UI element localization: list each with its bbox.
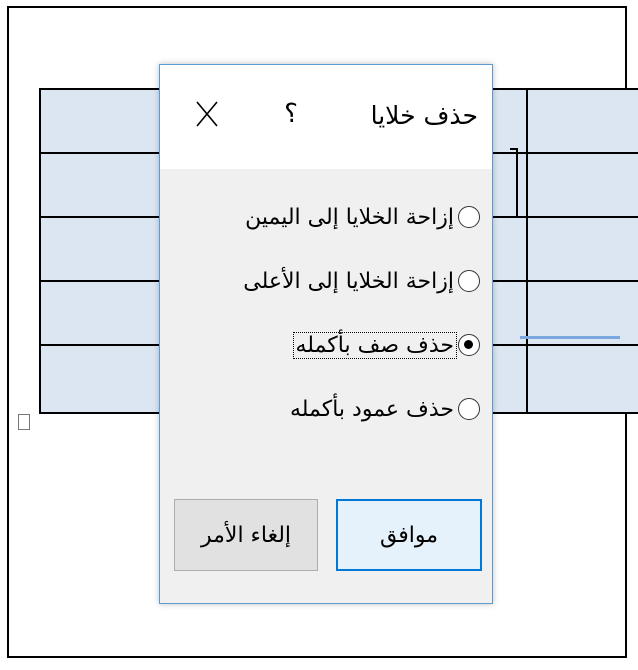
option-shift-cells-right[interactable]: إزاحة الخلايا إلى اليمين [243, 197, 480, 237]
dialog-title: حذف خلايا [370, 101, 478, 130]
table-border-left [39, 88, 41, 414]
selection-highlight [520, 336, 620, 339]
paragraph-mark-icon [18, 414, 30, 430]
help-button[interactable]: ؟ [276, 99, 306, 129]
option-label: حذف عمود بأكمله [289, 396, 454, 422]
radio-button[interactable] [458, 398, 480, 420]
dialog-title-bar: حذف خلايا ؟ [160, 65, 492, 169]
close-icon [196, 101, 218, 127]
radio-button[interactable] [458, 270, 480, 292]
table-column-divider [526, 88, 528, 414]
option-label: إزاحة الخلايا إلى الأعلى [243, 268, 454, 294]
radio-button[interactable] [458, 206, 480, 228]
radio-button-selected[interactable] [458, 334, 480, 356]
delete-cells-dialog: حذف خلايا ؟ إزاحة الخلايا إلى اليمين إزا… [159, 64, 493, 604]
option-shift-cells-up[interactable]: إزاحة الخلايا إلى الأعلى [241, 261, 480, 301]
text-cursor [516, 148, 518, 216]
cursor-tick [510, 148, 518, 150]
ok-button[interactable]: موافق [336, 499, 482, 571]
option-delete-entire-column[interactable]: حذف عمود بأكمله [288, 389, 480, 429]
close-button[interactable] [192, 99, 222, 129]
option-label: إزاحة الخلايا إلى اليمين [245, 204, 454, 230]
option-delete-entire-row[interactable]: حذف صف بأكمله [292, 325, 480, 365]
cancel-button[interactable]: إلغاء الأمر [174, 499, 318, 571]
option-label: حذف صف بأكمله [292, 331, 457, 359]
